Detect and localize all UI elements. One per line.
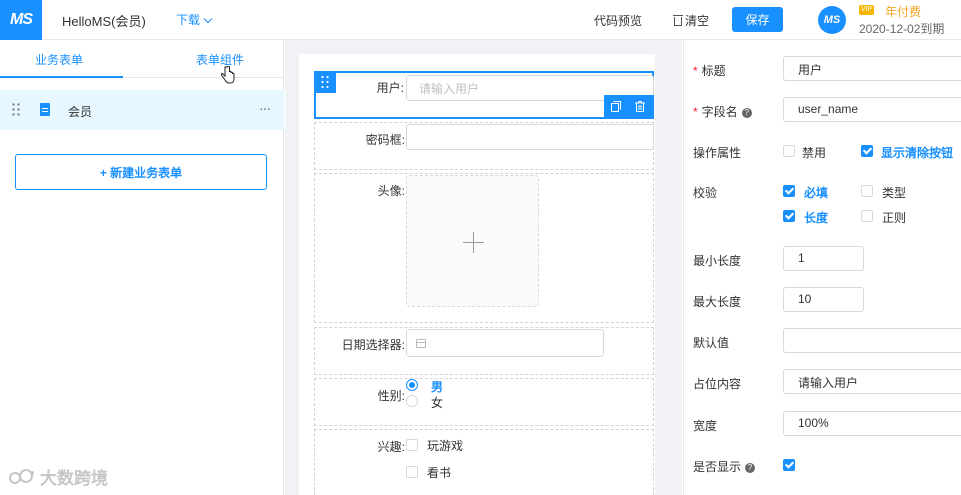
app-title: HelloMS(会员) — [62, 14, 146, 29]
calendar-icon — [416, 339, 426, 348]
vip-badge: VIP — [859, 5, 875, 15]
field-name-input[interactable]: user_name — [783, 97, 961, 122]
avatar-upload[interactable] — [406, 175, 539, 307]
prop-label-min-length: 最小长度 — [693, 254, 742, 268]
delete-icon[interactable] — [635, 101, 645, 112]
drag-handle-icon[interactable] — [314, 71, 336, 93]
form-sheet: 用户: 请输入用户 密码框: 头像: 日期选择器: 性别: 男 女 兴趣: 玩游… — [299, 54, 655, 495]
checkbox-label: 显示清除按钮 — [881, 146, 954, 160]
radio-label: 男 — [431, 380, 444, 394]
prop-label-placeholder: 占位内容 — [693, 377, 742, 391]
help-icon: ? — [741, 108, 752, 118]
plus-icon — [463, 232, 484, 253]
top-header: MS HelloMS(会员) 下载 代码预览 清空 保存 MS VIP 年付费 … — [0, 0, 961, 40]
field-label: 用户: — [376, 81, 404, 95]
hand-pointer-icon — [221, 66, 235, 84]
save-button[interactable]: 保存 — [732, 7, 783, 32]
field-user-selected[interactable]: 用户: 请输入用户 — [314, 71, 654, 119]
prop-label-default-value: 默认值 — [693, 336, 730, 350]
password-input[interactable] — [406, 124, 654, 150]
drag-handle-icon[interactable] — [12, 103, 20, 116]
prop-label-title: * 标题 — [693, 64, 726, 78]
plan-name: 年付费 — [885, 5, 922, 19]
field-gender[interactable]: 性别: 男 女 — [314, 378, 654, 426]
field-toolbar — [604, 95, 654, 119]
prop-label-field-name: * 字段名? — [693, 103, 752, 120]
checkbox-regex[interactable] — [861, 210, 873, 222]
tab-active-indicator — [0, 76, 123, 78]
left-panel: 业务表单 表单组件 会员 ··· + 新建业务表单 大数跨境 — [0, 40, 284, 495]
prop-label-max-length: 最大长度 — [693, 295, 742, 309]
radio-label: 女 — [431, 396, 444, 410]
help-icon: ? — [745, 463, 756, 473]
expire-date: 2020-12-02到期 — [859, 22, 945, 36]
checkbox-label: 必填 — [804, 186, 829, 200]
field-password[interactable]: 密码框: — [314, 122, 654, 170]
width-input[interactable]: 100% — [783, 411, 961, 436]
download-label: 下载 — [176, 13, 201, 27]
checkbox-type[interactable] — [861, 185, 873, 197]
app-logo: MS — [0, 0, 42, 40]
max-length-input[interactable]: 10 — [783, 287, 864, 312]
download-menu[interactable]: 下载 — [176, 11, 213, 28]
field-hobby[interactable]: 兴趣: 玩游戏 看书 — [314, 429, 654, 495]
min-length-input[interactable]: 1 — [783, 246, 864, 271]
prop-label-width: 宽度 — [693, 419, 718, 433]
field-label: 头像: — [377, 184, 405, 198]
chevron-down-icon — [203, 14, 213, 24]
checkbox-length[interactable] — [783, 210, 795, 222]
left-tabs: 业务表单 表单组件 — [0, 40, 283, 84]
checkbox-label: 正则 — [882, 211, 907, 225]
prop-label-visible: 是否显示? — [693, 458, 756, 475]
new-business-form-button[interactable]: + 新建业务表单 — [15, 154, 267, 190]
form-item-name: 会员 — [68, 105, 93, 119]
properties-panel: * 标题 用户 * 字段名? user_name 操作属性 禁用 显示清除按钮 校验… — [683, 40, 961, 495]
tab-form-components[interactable]: 表单组件 — [196, 51, 244, 68]
checkbox-label: 长度 — [804, 211, 829, 225]
checkbox-show-clear[interactable] — [861, 145, 873, 157]
checkbox-label: 类型 — [882, 186, 907, 200]
field-label: 性别: — [377, 389, 405, 403]
checkbox-required[interactable] — [783, 185, 795, 197]
watermark: 大数跨境 — [8, 464, 108, 489]
document-icon — [40, 103, 50, 116]
trash-icon — [673, 15, 683, 26]
copy-icon[interactable] — [611, 101, 621, 112]
more-icon[interactable]: ··· — [259, 100, 271, 116]
radio-female[interactable] — [406, 395, 418, 407]
placeholder-input[interactable]: 请输入用户 — [783, 369, 961, 394]
clear-button[interactable]: 清空 — [673, 12, 710, 29]
date-picker-input[interactable] — [406, 329, 604, 357]
checkbox-label: 禁用 — [802, 146, 827, 160]
checkbox-visible[interactable] — [783, 459, 795, 471]
field-label: 兴趣: — [377, 440, 405, 454]
watermark-text: 大数跨境 — [40, 469, 108, 488]
field-avatar[interactable]: 头像: — [314, 173, 654, 323]
checkbox-label: 玩游戏 — [427, 439, 464, 453]
form-item-member[interactable]: 会员 ··· — [0, 90, 284, 130]
field-label: 日期选择器: — [341, 338, 405, 352]
prop-label-operation: 操作属性 — [693, 146, 742, 160]
checkbox-disabled[interactable] — [783, 145, 795, 157]
checkbox-read-books[interactable] — [406, 466, 418, 478]
default-value-input[interactable] — [783, 328, 961, 353]
design-canvas: 用户: 请输入用户 密码框: 头像: 日期选择器: 性别: 男 女 兴趣: 玩游… — [285, 40, 682, 495]
radio-male[interactable] — [406, 379, 418, 391]
watermark-logo-icon — [9, 468, 34, 484]
title-input[interactable]: 用户 — [783, 56, 961, 81]
field-label: 密码框: — [365, 133, 405, 147]
field-date-picker[interactable]: 日期选择器: — [314, 327, 654, 375]
checkbox-play-games[interactable] — [406, 439, 418, 451]
tab-business-forms[interactable]: 业务表单 — [35, 51, 83, 68]
checkbox-label: 看书 — [427, 466, 452, 480]
avatar[interactable]: MS — [818, 6, 846, 34]
clear-label: 清空 — [685, 14, 710, 28]
code-preview-button[interactable]: 代码预览 — [594, 12, 642, 29]
prop-label-validation: 校验 — [693, 186, 718, 200]
